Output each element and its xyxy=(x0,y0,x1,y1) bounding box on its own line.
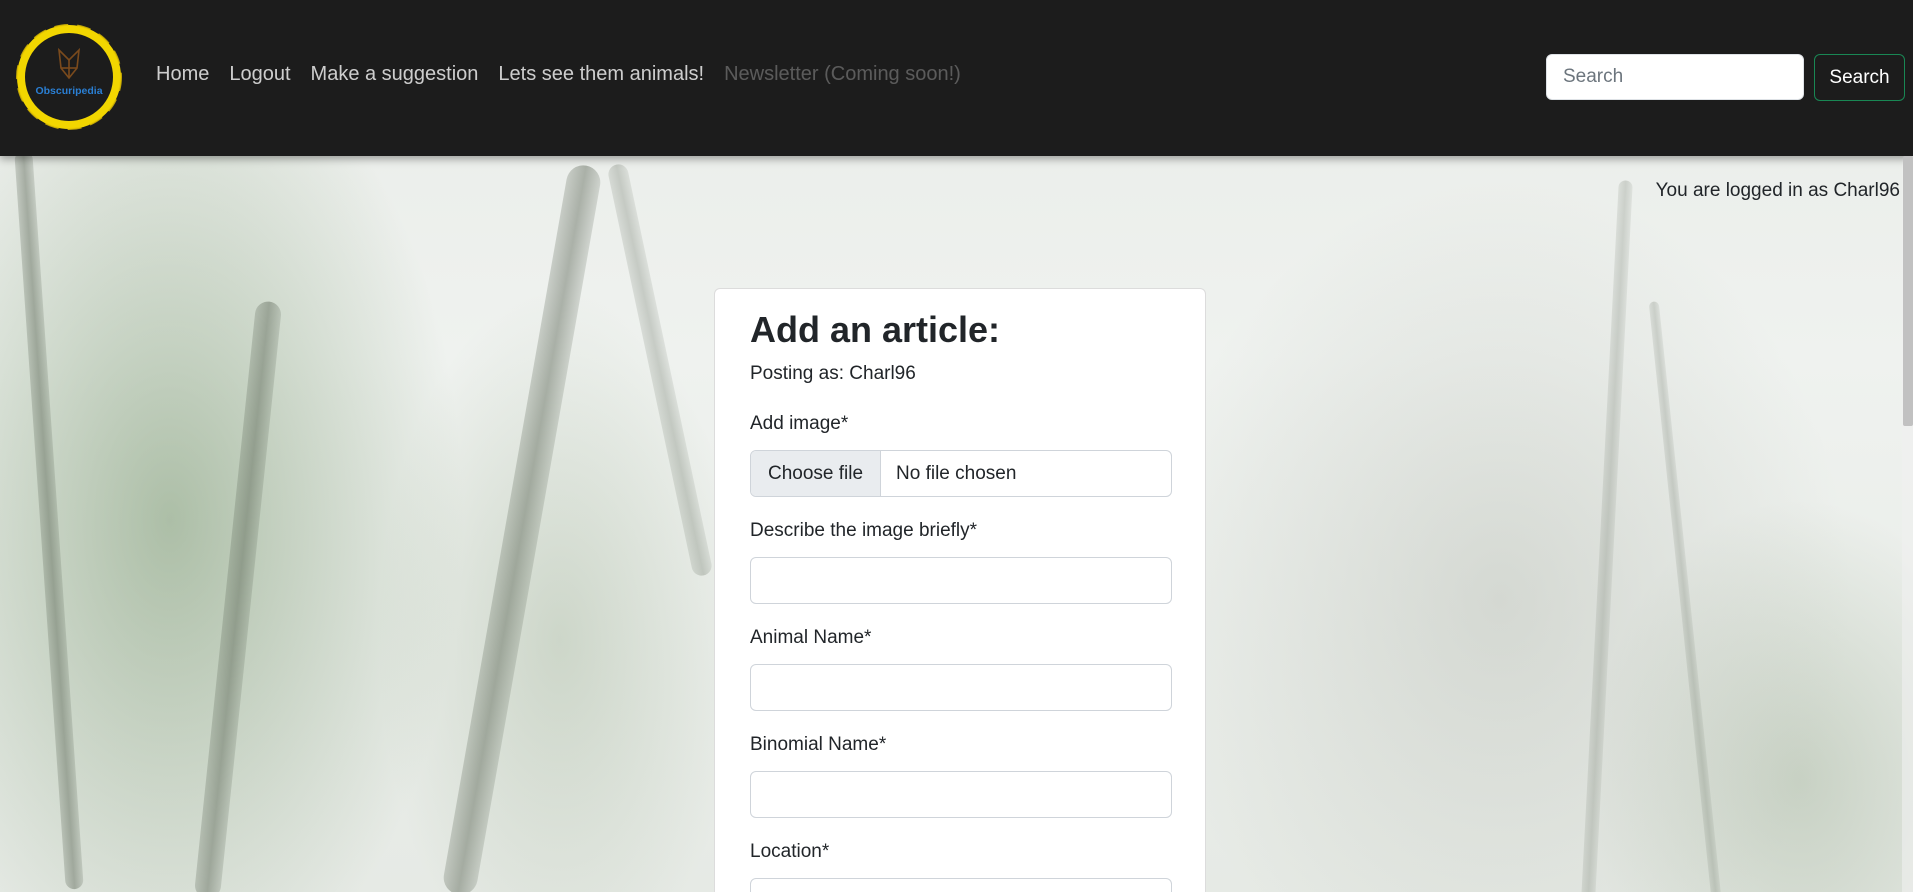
top-navbar: Obscuripedia Home Logout Make a suggesti… xyxy=(0,0,1913,156)
tree-trunk xyxy=(1648,301,1722,892)
nav-link-make-suggestion[interactable]: Make a suggestion xyxy=(311,60,479,88)
image-file-input[interactable]: Choose file No file chosen xyxy=(750,450,1172,497)
scrollbar-thumb[interactable] xyxy=(1903,156,1913,426)
location-input[interactable] xyxy=(750,878,1172,892)
search-input[interactable] xyxy=(1546,54,1804,100)
image-description-input[interactable] xyxy=(750,557,1172,604)
posting-as-label: Posting as: Charl96 xyxy=(750,363,916,384)
tree-trunk xyxy=(441,162,603,892)
tree-trunk xyxy=(14,150,84,890)
location-label: Location* xyxy=(750,841,830,862)
image-description-label: Describe the image briefly* xyxy=(750,520,978,541)
nav-link-newsletter: Newsletter (Coming soon!) xyxy=(724,63,961,85)
animal-name-label: Animal Name* xyxy=(750,627,872,648)
logo-icon: Obscuripedia xyxy=(16,24,122,130)
logged-in-status: You are logged in as Charl96 xyxy=(1655,180,1900,201)
nav-links: Home Logout Make a suggestion Lets see t… xyxy=(156,60,961,88)
tree-trunk xyxy=(606,162,714,578)
site-logo[interactable]: Obscuripedia xyxy=(14,20,124,134)
choose-file-button[interactable]: Choose file xyxy=(751,451,881,496)
animal-name-input[interactable] xyxy=(750,664,1172,711)
binomial-name-label: Binomial Name* xyxy=(750,734,887,755)
binomial-name-input[interactable] xyxy=(750,771,1172,818)
nav-link-home[interactable]: Home xyxy=(156,60,209,88)
tree-trunk xyxy=(193,300,283,892)
add-article-form: Add an article: Posting as: Charl96 Add … xyxy=(714,288,1206,892)
tree-trunk xyxy=(1581,180,1633,892)
logo-text: Obscuripedia xyxy=(35,85,102,97)
add-image-label: Add image* xyxy=(750,413,849,434)
nav-link-animals[interactable]: Lets see them animals! xyxy=(498,60,704,88)
search-button[interactable]: Search xyxy=(1814,54,1905,101)
nav-link-logout[interactable]: Logout xyxy=(229,60,290,88)
file-status-text: No file chosen xyxy=(896,462,1017,484)
form-title: Add an article: xyxy=(750,309,1001,350)
